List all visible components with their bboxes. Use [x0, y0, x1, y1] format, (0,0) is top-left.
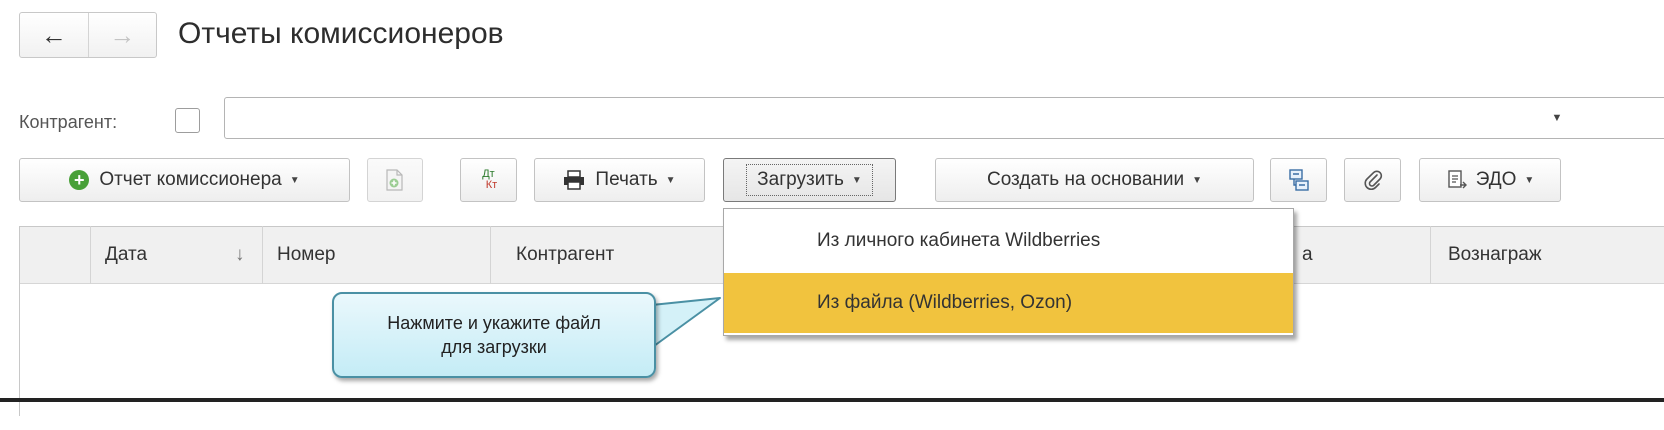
caret-down-icon: ▼: [665, 174, 676, 186]
menu-item-wildberries-cabinet[interactable]: Из личного кабинета Wildberries: [724, 211, 1293, 271]
add-commission-report-button[interactable]: + Отчет комиссионера ▼: [19, 158, 350, 202]
caret-down-icon: ▼: [289, 174, 300, 186]
printer-icon: [564, 170, 585, 190]
back-button[interactable]: ←: [20, 13, 89, 57]
arrow-left-icon: ←: [40, 19, 67, 50]
forward-button[interactable]: →: [89, 13, 157, 57]
attach-button[interactable]: [1344, 158, 1401, 202]
hint-text-line1: Нажмите и укажите файл: [387, 313, 601, 333]
dt-kt-icon: Дт Кт: [482, 168, 498, 191]
edo-button[interactable]: ЭДО ▼: [1419, 158, 1561, 202]
arrow-right-icon: →: [109, 19, 136, 50]
column-separator: [490, 226, 491, 284]
column-separator: [1430, 226, 1431, 284]
counterparty-label: Контрагент:: [19, 112, 118, 132]
plus-circle-icon: +: [69, 170, 90, 190]
caret-down-icon: ▼: [851, 174, 862, 186]
column-separator: [262, 226, 263, 284]
load-button-focus: Загрузить ▼: [746, 164, 873, 196]
copy-button[interactable]: [367, 158, 423, 202]
chevron-down-icon[interactable]: ▼: [1542, 97, 1572, 139]
table-border: [19, 226, 20, 416]
structure-button[interactable]: [1270, 158, 1327, 202]
print-label: Печать: [595, 169, 658, 190]
paperclip-icon: [1364, 170, 1382, 190]
hint-callout: Нажмите и укажите файл для загрузки: [332, 292, 656, 378]
counterparty-checkbox[interactable]: [175, 108, 200, 133]
edo-document-icon: [1448, 170, 1467, 189]
sort-down-icon[interactable]: ↓: [235, 226, 245, 284]
column-header-partial[interactable]: а: [1302, 226, 1313, 284]
caret-down-icon: ▼: [1524, 174, 1535, 186]
add-commission-report-label: Отчет комиссионера: [99, 169, 282, 190]
load-button[interactable]: Загрузить ▼: [723, 158, 896, 202]
edo-label: ЭДО: [1475, 169, 1517, 190]
document-add-icon: [386, 169, 403, 191]
bottom-border: [0, 398, 1664, 402]
load-label: Загрузить: [757, 169, 844, 190]
navigation-group: ← →: [19, 12, 157, 58]
create-based-on-label: Создать на основании: [986, 169, 1185, 190]
print-button[interactable]: Печать ▼: [534, 158, 705, 202]
column-header-counterparty[interactable]: Контрагент: [516, 226, 614, 284]
column-header-commission[interactable]: Вознаграж: [1448, 226, 1542, 284]
load-dropdown-menu: Из личного кабинета Wildberries Из файла…: [723, 208, 1294, 336]
menu-item-from-file[interactable]: Из файла (Wildberries, Ozon): [724, 273, 1293, 333]
create-based-on-button[interactable]: Создать на основании ▼: [935, 158, 1254, 202]
caret-down-icon: ▼: [1192, 174, 1203, 186]
column-separator: [90, 226, 91, 284]
column-header-date[interactable]: Дата: [105, 226, 147, 284]
dt-kt-button[interactable]: Дт Кт: [460, 158, 517, 202]
counterparty-field[interactable]: [224, 97, 1664, 139]
document-structure-icon: [1288, 169, 1309, 191]
page-title: Отчеты комиссионеров: [178, 17, 504, 50]
hint-text-line2: для загрузки: [441, 337, 547, 357]
column-header-number[interactable]: Номер: [277, 226, 335, 284]
